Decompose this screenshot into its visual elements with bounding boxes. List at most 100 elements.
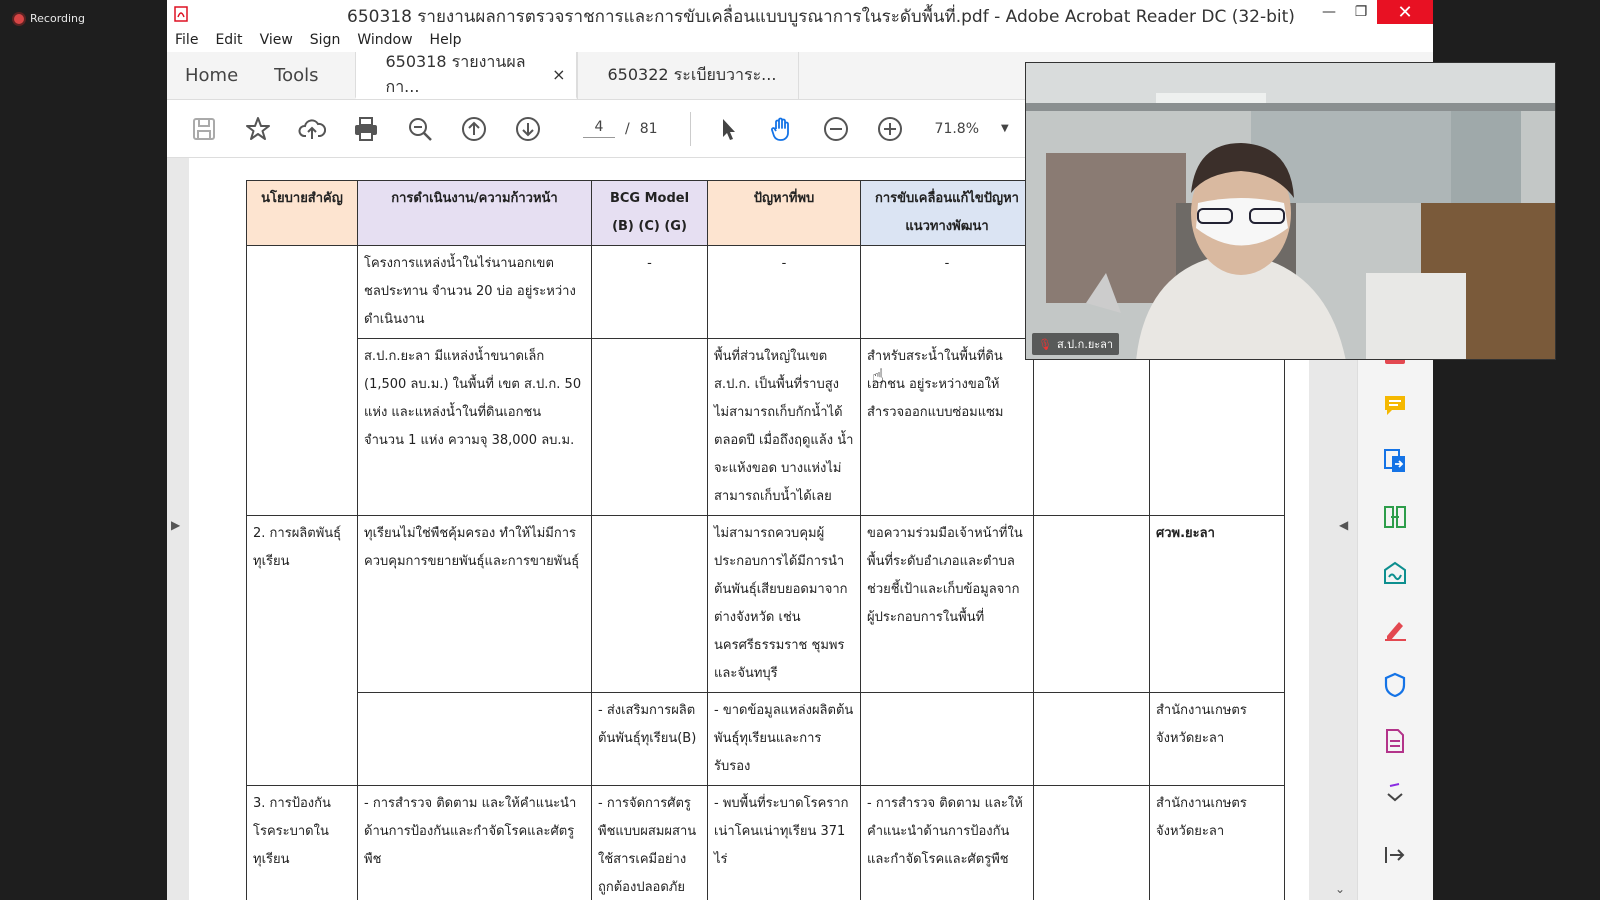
menu-edit[interactable]: Edit (215, 32, 242, 48)
organize-pages-icon[interactable] (1380, 502, 1410, 532)
table-cell: 2. การผลิตพันธุ์ทุเรียน (246, 515, 358, 786)
record-dot-icon (14, 13, 24, 24)
table-cell (1033, 515, 1150, 693)
save-button[interactable] (177, 109, 231, 149)
pointer-icon (722, 118, 735, 140)
next-page-button[interactable] (501, 109, 555, 149)
tab-document-label: 650318 รายงานผลกา... (385, 51, 526, 96)
table-header-cell: ปัญหาที่พบ (707, 180, 861, 246)
table-row: 3. การป้องกันโรคระบาดในทุเรียน - การสำรว… (246, 785, 1285, 900)
recording-label: Recording (30, 12, 86, 25)
menu-help[interactable]: Help (430, 32, 462, 48)
table-cell: - การสำรวจ ติดตาม และให้คำแนะนำด้านการป้… (357, 785, 592, 900)
tab-document-label: 650322 ระเบียบวาระ... (607, 65, 777, 84)
previous-page-button[interactable] (447, 109, 501, 149)
printer-icon (355, 116, 377, 141)
acrobat-app-icon (173, 5, 189, 23)
select-tool-button[interactable] (701, 109, 755, 149)
plus-circle-icon (877, 116, 902, 141)
more-tools-chevron-icon[interactable] (1380, 778, 1410, 808)
right-panel-collapse-icon[interactable]: ◀ (1339, 518, 1348, 532)
title-bar: 650318 รายงานผลการตรวจราชการและการขับเคล… (167, 0, 1433, 28)
muted-microphone-icon: 🎙 (1038, 337, 1052, 351)
table-cell: - ขาดข้อมูลแหล่งผลิตต้นพันธุ์ทุเรียนและก… (707, 692, 861, 786)
participant-name: ส.ป.ก.ยะลา (1056, 338, 1114, 351)
menu-sign[interactable]: Sign (310, 32, 341, 48)
restore-button[interactable]: ❐ (1345, 0, 1377, 24)
table-cell (1033, 785, 1150, 900)
star-icon (246, 116, 270, 140)
table-header-cell: การดำเนินงาน/ความก้าวหน้า (357, 180, 592, 246)
left-panel-expand-icon[interactable]: ▶ (171, 518, 180, 532)
bookmark-button[interactable] (231, 109, 285, 149)
upload-button[interactable] (285, 109, 339, 149)
toolbar-divider (689, 111, 691, 146)
table-cell (860, 692, 1034, 786)
page-number-input[interactable]: 4 (583, 119, 615, 138)
menu-view[interactable]: View (260, 32, 293, 48)
scroll-down-icon[interactable]: ⌄ (1335, 882, 1345, 896)
tab-document-second[interactable]: 650322 ระเบียบวาระ... (576, 52, 799, 99)
table-cell: สำหรับสระน้ำในพื้นที่ดินเอกชน อยู่ระหว่า… (860, 338, 1034, 516)
table-cell: โครงการแหล่งน้ำในไร่นานอกเขตชลประทาน จำน… (357, 245, 592, 339)
table-cell: 3. การป้องกันโรคระบาดในทุเรียน (246, 785, 358, 900)
menu-bar: File Edit View Sign Window Help (167, 28, 1433, 52)
tab-tools[interactable]: Tools (256, 52, 336, 99)
page-separator: / (625, 120, 630, 137)
page-total: 81 (639, 120, 658, 137)
table-cell: - ส่งเสริมการผลิตต้นพันธุ์ทุเรียน(B) (591, 692, 708, 786)
table-cell (357, 692, 592, 786)
table-cell: - พบพื้นที่ระบาดโรครากเน่าโคนเน่าทุเรียน… (707, 785, 861, 900)
fill-sign-icon[interactable] (1380, 614, 1410, 644)
table-cell: ขอความร่วมมือเจ้าหน้าที่ในพื้นที่ระดับอำ… (860, 515, 1034, 693)
minimize-button[interactable]: — (1313, 0, 1345, 24)
table-header-cell: นโยบายสำคัญ (246, 180, 358, 246)
window-title: 650318 รายงานผลการตรวจราชการและการขับเคล… (347, 7, 1295, 27)
table-cell (1033, 692, 1150, 786)
collapse-panel-icon[interactable] (1380, 840, 1410, 870)
tab-close-icon[interactable]: × (552, 65, 565, 84)
table-row: - ส่งเสริมการผลิตต้นพันธุ์ทุเรียน(B) - ข… (247, 692, 1285, 786)
close-window-button[interactable]: ✕ (1377, 0, 1433, 24)
hand-tool-button[interactable] (755, 109, 809, 149)
arrow-up-circle-icon (462, 116, 486, 141)
hand-cursor-icon: ☝ (872, 364, 885, 388)
print-button[interactable] (339, 109, 393, 149)
table-cell: - (591, 245, 708, 339)
table-header-cell: BCG Model (B) (C) (G) (591, 180, 708, 246)
table-cell: - การจัดการศัตรูพืชแบบผสมผสาน ใช้สารเคมี… (591, 785, 708, 900)
table-row: 2. การผลิตพันธุ์ทุเรียน ทุเรียนไม่ใช่พืช… (246, 515, 1285, 786)
table-cell (591, 515, 708, 693)
send-for-signature-icon[interactable] (1380, 558, 1410, 588)
table-cell: ส.ป.ก.ยะลา มีแหล่งน้ำขนาดเล็ก (1,500 ลบ.… (357, 338, 592, 516)
table-cell: - การสำรวจ ติดตาม และให้คำแนะนำด้านการป้… (860, 785, 1034, 900)
protect-shield-icon[interactable] (1380, 670, 1410, 700)
table-cell: ไม่สามารถควบคุมผู้ประกอบการได้มีการนำต้น… (707, 515, 861, 693)
page-navigator: 4 / 81 (583, 119, 658, 138)
create-pdf-icon[interactable] (1380, 726, 1410, 756)
table-cell: - (707, 245, 861, 339)
cloud-upload-icon (298, 118, 326, 139)
hand-icon (770, 117, 789, 141)
zoom-search-icon (409, 117, 432, 141)
table-header-cell: การขับเคลื่อนแก้ไขปัญหา แนวทางพัฒนา (860, 180, 1034, 246)
table-cell (1033, 338, 1150, 516)
comment-icon[interactable] (1380, 390, 1410, 420)
tab-home[interactable]: Home (167, 52, 256, 99)
participant-name-tag: 🎙 ส.ป.ก.ยะลา (1032, 333, 1120, 355)
table-row: ส.ป.ก.ยะลา มีแหล่งน้ำขนาดเล็ก (1,500 ลบ.… (247, 338, 1285, 516)
zoom-out-button[interactable] (809, 109, 863, 149)
table-cell (1149, 338, 1285, 516)
zoom-search-button[interactable] (393, 109, 447, 149)
video-call-tile[interactable]: 🎙 ส.ป.ก.ยะลา (1025, 62, 1556, 360)
menu-file[interactable]: File (175, 32, 198, 48)
tab-document-active[interactable]: 650318 รายงานผลกา... × (354, 51, 577, 99)
export-pdf-icon[interactable] (1380, 446, 1410, 476)
zoom-select[interactable]: 71.8% ▼ (935, 121, 1009, 137)
recording-indicator: Recording (14, 12, 85, 25)
menu-window[interactable]: Window (357, 32, 412, 48)
zoom-in-button[interactable] (863, 109, 917, 149)
table-cell (591, 338, 708, 516)
table-cell: ทุเรียนไม่ใช่พืชคุ้มครอง ทำให้ไม่มีการคว… (357, 515, 592, 693)
table-cell: สำนักงานเกษตรจังหวัดยะลา (1149, 785, 1285, 900)
